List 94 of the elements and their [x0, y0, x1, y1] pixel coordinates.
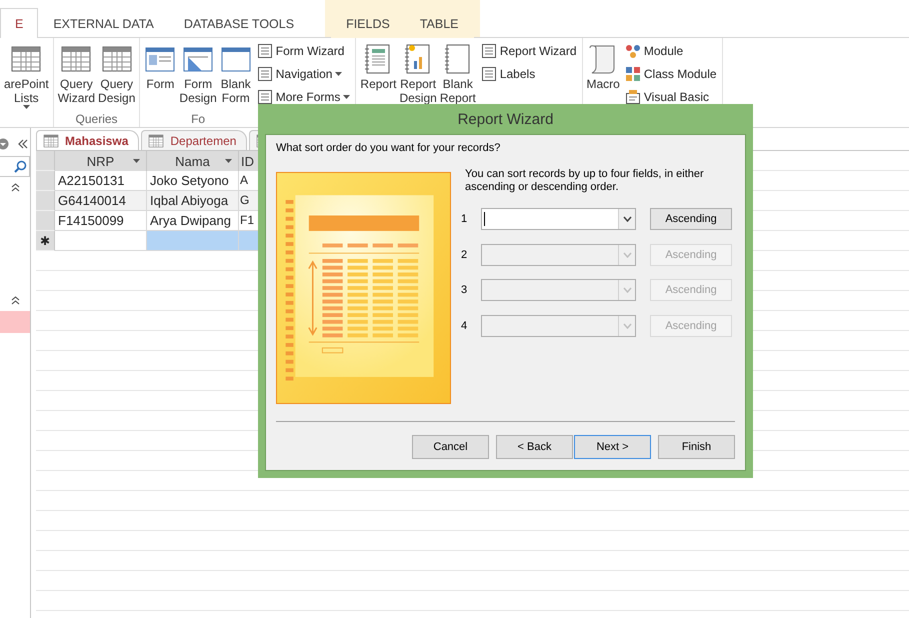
- sort-level-number: 3: [461, 284, 468, 296]
- ribbon-tab[interactable]: DATABASE TOOLS: [168, 8, 310, 38]
- code-window-icon: [624, 89, 641, 105]
- ribbon-tab[interactable]: E: [0, 8, 38, 38]
- ribbon-button-label: Form Design: [179, 77, 217, 105]
- ribbon-button-label: Query Wizard: [58, 77, 96, 105]
- ribbon-button-label: More Forms: [276, 90, 340, 104]
- document-icon: [256, 66, 273, 82]
- ribbon-button-label: Form Wizard: [276, 44, 344, 58]
- group-label: Fo: [191, 112, 206, 126]
- document-tab[interactable]: Departemen: [141, 130, 248, 150]
- ribbon-button-label: Blank Form: [220, 77, 251, 105]
- ribbon-button-label: Report Design: [399, 77, 437, 105]
- ribbon-button-label: Visual Basic: [644, 90, 710, 104]
- dialog-button[interactable]: < Back: [496, 435, 573, 459]
- ribbon-small-button[interactable]: Visual Basic: [622, 87, 719, 107]
- ribbon-button-label: Module: [644, 44, 684, 58]
- blank-report-icon: [444, 43, 472, 75]
- table-cell: A22150131: [55, 171, 147, 191]
- ribbon-small-button[interactable]: Form Wizard: [254, 41, 352, 61]
- document-icon: [480, 66, 497, 82]
- sort-field-combo[interactable]: [481, 208, 636, 230]
- dialog-button[interactable]: Cancel: [412, 435, 489, 459]
- ribbon-button-label: Blank Report: [440, 77, 476, 105]
- module-icon: [624, 43, 641, 59]
- ribbon-small-button[interactable]: Class Module: [622, 64, 719, 84]
- ribbon-small-button[interactable]: Module: [622, 41, 719, 61]
- table-cell: Arya Dwipang: [147, 211, 239, 231]
- sort-caret-icon: [225, 159, 232, 163]
- ribbon-button-label: Macro: [586, 77, 620, 91]
- document-icon: [256, 89, 273, 105]
- table-cell: Joko Setyono: [147, 171, 239, 191]
- table-cell: Iqbal Abiyoga: [147, 191, 239, 211]
- new-record-marker[interactable]: ✱: [36, 231, 55, 251]
- column-header[interactable]: Nama: [147, 151, 239, 171]
- collapse-icon[interactable]: [18, 139, 28, 149]
- chevron-down-icon: [622, 252, 632, 258]
- ribbon-button-label: Report Wizard: [500, 44, 577, 58]
- blocks-icon: [624, 66, 641, 82]
- double-chevron-icon[interactable]: [10, 296, 20, 305]
- row-selector[interactable]: [36, 191, 55, 211]
- ribbon-button-label: Form: [146, 77, 174, 91]
- ribbon-tab[interactable]: EXTERNAL DATA: [38, 8, 169, 38]
- ribbon-button[interactable]: Form: [143, 41, 178, 112]
- table-icon: [43, 132, 59, 148]
- ribbon-button[interactable]: Blank Form: [218, 41, 253, 112]
- dialog-title: Report Wizard: [458, 110, 554, 128]
- search-field[interactable]: [0, 156, 30, 177]
- question-text: What sort order do you want for your records?: [276, 142, 502, 154]
- column-header[interactable]: NRP: [55, 151, 147, 171]
- ribbon-button-label: Report: [360, 77, 396, 91]
- ribbon-small-button[interactable]: More Forms: [254, 87, 352, 107]
- chevron-down-icon: [622, 287, 632, 293]
- dialog-button[interactable]: Next >: [574, 435, 651, 459]
- ribbon-button[interactable]: Query Design: [97, 41, 136, 112]
- chevron-down-icon: [622, 322, 632, 328]
- double-chevron-icon[interactable]: [10, 183, 20, 192]
- row-selector[interactable]: [36, 171, 55, 191]
- ribbon-button[interactable]: Blank Report: [438, 41, 477, 112]
- sort-order-button[interactable]: Ascending: [650, 208, 732, 230]
- ribbon-button-label: Labels: [500, 67, 536, 81]
- table-cell: G64140014: [55, 191, 147, 211]
- ribbon-button-label: Class Module: [644, 67, 717, 81]
- search-icon: [14, 160, 27, 173]
- ribbon-button[interactable]: Report Design: [398, 41, 438, 112]
- ribbon-button[interactable]: Query Wizard: [56, 41, 96, 112]
- ribbon-small-button[interactable]: Navigation: [254, 64, 352, 84]
- nav-pane-item[interactable]: [0, 311, 30, 333]
- ribbon-small-button[interactable]: Report Wizard: [478, 41, 579, 61]
- sort-caret-icon: [133, 159, 140, 163]
- document-tab[interactable]: Mahasiswa: [36, 130, 140, 150]
- ribbon-button[interactable]: arePoint Lists: [3, 41, 50, 112]
- document-icon: [480, 43, 497, 59]
- ribbon-button[interactable]: Form Design: [178, 41, 218, 112]
- ribbon-small-button[interactable]: Labels: [478, 64, 579, 84]
- sort-level-number: 4: [461, 320, 468, 332]
- select-all-corner[interactable]: [36, 151, 55, 171]
- ribbon-button[interactable]: Report: [359, 41, 398, 112]
- sort-level-number: 1: [461, 213, 468, 225]
- ribbon-button-label: Query Design: [98, 77, 136, 105]
- ribbon-button[interactable]: Macro: [586, 41, 621, 112]
- row-selector[interactable]: [36, 211, 55, 231]
- ribbon-button-label: arePoint Lists: [4, 77, 49, 105]
- sort-level-number: 2: [461, 248, 468, 260]
- ribbon-button-label: Navigation: [276, 67, 332, 81]
- group-label: Queries: [76, 112, 118, 126]
- report-icon: [364, 43, 392, 75]
- document-icon: [256, 43, 273, 59]
- table-cell: F14150099: [55, 211, 147, 231]
- chart-report-icon: [404, 43, 432, 75]
- description-text: You can sort records by up to four fields, in either ascending or descending order.: [465, 168, 705, 194]
- dialog-button[interactable]: Finish: [658, 435, 735, 459]
- table-icon: [148, 132, 164, 148]
- chevron-down-icon: [622, 216, 632, 222]
